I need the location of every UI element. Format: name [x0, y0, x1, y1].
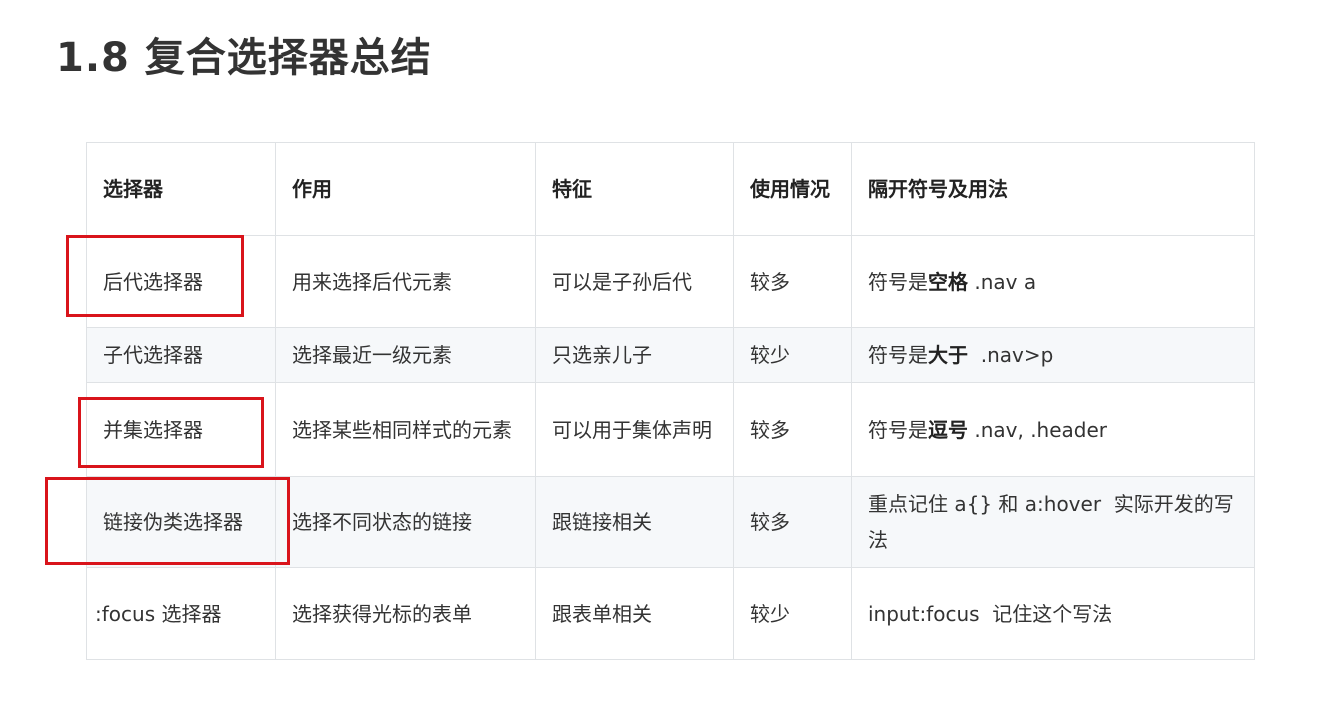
cell-selector: 子代选择器 — [86, 327, 276, 383]
cell-purpose: 用来选择后代元素 — [275, 235, 536, 328]
cell-feature: 只选亲儿子 — [535, 327, 734, 383]
table-row: 并集选择器 选择某些相同样式的元素 可以用于集体声明 较多 符号是逗号 .nav… — [86, 382, 1255, 477]
cell-selector: 并集选择器 — [86, 382, 276, 477]
cell-separator: 符号是空格 .nav a — [851, 235, 1255, 328]
cell-feature: 跟表单相关 — [535, 567, 734, 660]
table-row: 后代选择器 用来选择后代元素 可以是子孙后代 较多 符号是空格 .nav a — [86, 235, 1255, 328]
cell-purpose: 选择获得光标的表单 — [275, 567, 536, 660]
cell-feature: 可以是子孙后代 — [535, 235, 734, 328]
cell-usage: 较多 — [733, 476, 852, 568]
header-selector: 选择器 — [86, 142, 276, 236]
separator-note: input:focus 记住这个写法 — [868, 601, 1113, 626]
cell-usage: 较少 — [733, 567, 852, 660]
cell-separator: 符号是大于 .nav>p — [851, 327, 1255, 383]
cell-selector: 链接伪类选择器 — [86, 476, 276, 568]
selector-summary-table: 选择器 作用 特征 使用情况 隔开符号及用法 后代选择器 用来选择后代元素 可以… — [86, 142, 1255, 660]
cell-usage: 较多 — [733, 235, 852, 328]
cell-purpose: 选择不同状态的链接 — [275, 476, 536, 568]
cell-purpose: 选择最近一级元素 — [275, 327, 536, 383]
cell-feature: 可以用于集体声明 — [535, 382, 734, 477]
table-header-row: 选择器 作用 特征 使用情况 隔开符号及用法 — [86, 142, 1255, 236]
separator-prefix: 符号是 — [868, 269, 928, 294]
separator-example: .nav, .header — [968, 417, 1108, 442]
cell-separator: 符号是逗号 .nav, .header — [851, 382, 1255, 477]
separator-key: 大于 — [928, 343, 968, 367]
separator-note: 重点记住 a{} 和 a:hover 实际开发的写法 — [868, 492, 1234, 552]
header-purpose: 作用 — [275, 142, 536, 236]
cell-selector: 后代选择器 — [86, 235, 276, 328]
separator-prefix: 符号是 — [868, 417, 928, 442]
separator-key: 逗号 — [928, 417, 968, 442]
cell-separator: input:focus 记住这个写法 — [851, 567, 1255, 660]
table-row: 链接伪类选择器 选择不同状态的链接 跟链接相关 较多 重点记住 a{} 和 a:… — [86, 476, 1255, 568]
header-feature: 特征 — [535, 142, 734, 236]
table-row: 子代选择器 选择最近一级元素 只选亲儿子 较少 符号是大于 .nav>p — [86, 327, 1255, 383]
cell-separator: 重点记住 a{} 和 a:hover 实际开发的写法 — [851, 476, 1255, 568]
page-title: 1.8 复合选择器总结 — [56, 35, 432, 81]
cell-feature: 跟链接相关 — [535, 476, 734, 568]
separator-example: .nav a — [968, 269, 1037, 294]
cell-usage: 较少 — [733, 327, 852, 383]
cell-usage: 较多 — [733, 382, 852, 477]
header-separator: 隔开符号及用法 — [851, 142, 1255, 236]
separator-example: .nav>p — [968, 343, 1054, 367]
cell-purpose: 选择某些相同样式的元素 — [275, 382, 536, 477]
separator-key: 空格 — [928, 269, 968, 294]
table-row: :focus 选择器 选择获得光标的表单 跟表单相关 较少 input:focu… — [86, 567, 1255, 660]
header-usage: 使用情况 — [733, 142, 852, 236]
cell-selector: :focus 选择器 — [86, 567, 276, 660]
separator-prefix: 符号是 — [868, 343, 928, 367]
